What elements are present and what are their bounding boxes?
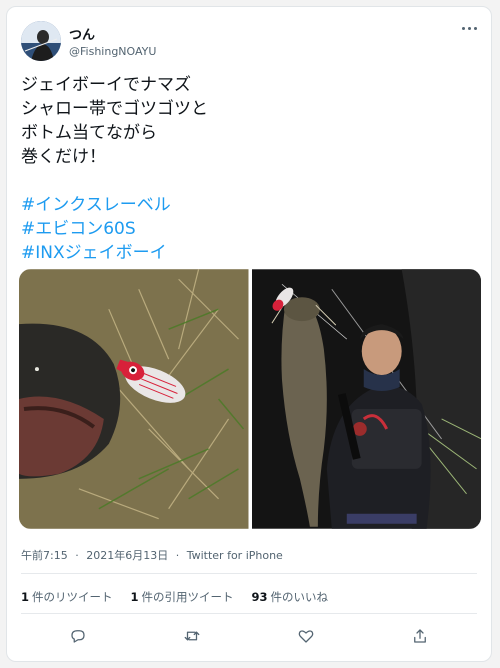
likes-count: 93	[251, 590, 268, 604]
quotes-label: 件の引用ツイート	[141, 590, 234, 604]
tweet-card: つん @FishingNOAYU ジェイボーイでナマズ シャロー帯でゴツゴツと …	[6, 6, 492, 662]
tweet-text: ジェイボーイでナマズ シャロー帯でゴツゴツと ボトム当てながら 巻くだけ！	[21, 73, 461, 169]
divider	[21, 573, 477, 574]
retweets-label: 件のリツイート	[32, 590, 113, 604]
tweet-date: 2021年6月13日	[86, 549, 169, 562]
meta-separator: ·	[175, 549, 180, 562]
tweet-line: ボトム当てながら	[21, 123, 157, 143]
avatar-photo	[21, 21, 61, 61]
hashtag-link[interactable]: #エビコン60S	[21, 217, 171, 241]
tweet-line: ジェイボーイでナマズ	[21, 75, 191, 95]
quotes-count: 1	[130, 590, 139, 604]
hashtag-link[interactable]: #インクスレーベル	[21, 193, 171, 217]
display-name[interactable]: つん	[69, 24, 95, 43]
tweet-source[interactable]: Twitter for iPhone	[187, 549, 283, 562]
share-icon[interactable]	[409, 625, 431, 647]
retweets-stat[interactable]: 1 件のリツイート	[21, 589, 113, 605]
hashtag-list: #インクスレーベル #エビコン60S #INXジェイボーイ	[21, 193, 171, 265]
media-photo-catfish-lure[interactable]	[19, 269, 249, 529]
heart-icon[interactable]	[295, 625, 317, 647]
photo-catfish-on-grass	[19, 269, 249, 529]
divider	[21, 613, 477, 614]
likes-stat[interactable]: 93 件のいいね	[252, 589, 329, 605]
user-handle[interactable]: @FishingNOAYU	[69, 45, 156, 58]
meta-separator: ·	[75, 549, 79, 562]
hashtag-link[interactable]: #INXジェイボーイ	[21, 241, 171, 265]
action-bar	[21, 625, 477, 647]
photo-angler-night	[251, 269, 481, 529]
more-options-icon[interactable]	[459, 21, 479, 35]
reply-icon[interactable]	[67, 625, 89, 647]
media-grid	[19, 269, 481, 529]
retweet-icon[interactable]	[181, 625, 203, 647]
tweet-line: 巻くだけ！	[21, 147, 106, 167]
quotes-stat[interactable]: 1 件の引用ツイート	[131, 589, 234, 605]
likes-label: 件のいいね	[270, 590, 329, 604]
avatar[interactable]	[21, 21, 61, 61]
media-photo-angler-catfish[interactable]	[251, 269, 481, 529]
tweet-timestamp[interactable]: 午前7:15 · 2021年6月13日 · Twitter for iPhone	[21, 547, 287, 563]
retweets-count: 1	[21, 590, 30, 604]
tweet-line: シャロー帯でゴツゴツと	[21, 99, 208, 119]
tweet-time: 午前7:15	[21, 549, 68, 562]
engagement-stats: 1 件のリツイート 1 件の引用ツイート 93 件のいいね	[21, 589, 328, 605]
